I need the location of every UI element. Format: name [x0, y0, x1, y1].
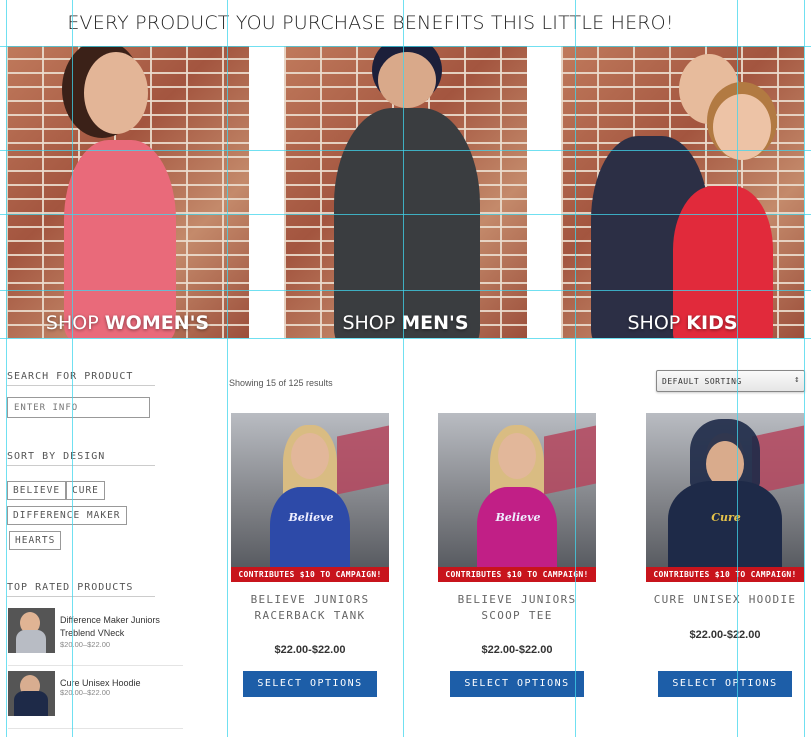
search-heading: SEARCH FOR PRODUCT [7, 371, 155, 386]
campaign-ribbon: CONTRIBUTES $10 TO CAMPAIGN! [231, 567, 389, 582]
top-rated-price: $20.00–$22.00 [60, 688, 111, 697]
top-rated-item[interactable]: Cure Unisex Hoodie $20.00–$22.00 [8, 671, 183, 729]
shirt-print: Cure [711, 511, 741, 524]
select-options-button[interactable]: SELECT OPTIONS [658, 671, 792, 697]
top-rated-name: Difference Maker Juniors Treblend VNeck [60, 615, 160, 638]
category-name: MEN'S [401, 312, 469, 334]
shop-womens-label: SHOP WOMEN'S [6, 312, 249, 334]
campaign-ribbon: CONTRIBUTES $10 TO CAMPAIGN! [438, 567, 596, 582]
top-rated-item[interactable]: Difference Maker Juniors Treblend VNeck … [8, 608, 183, 666]
shop-prefix: SHOP [342, 312, 396, 334]
product-name-line1: BELIEVE JUNIORS [457, 593, 577, 606]
product-name-line2: SCOOP TEE [481, 609, 553, 622]
product-image[interactable]: Believe CONTRIBUTES $10 TO CAMPAIGN! [231, 413, 389, 582]
top-rated-heading: TOP RATED PRODUCTS [7, 582, 155, 597]
product-price: $22.00-$22.00 [689, 629, 761, 641]
product-name-line1: CURE UNISEX HOODIE [653, 593, 797, 606]
tag-hearts[interactable]: HEARTS [9, 531, 62, 550]
product-card[interactable]: Believe CONTRIBUTES $10 TO CAMPAIGN! BEL… [438, 413, 596, 697]
results-count: Showing 15 of 125 results [229, 378, 333, 388]
sort-by-design-heading: SORT BY DESIGN [7, 451, 155, 466]
product-thumbnail [8, 608, 55, 653]
product-price: $22.00-$22.00 [274, 644, 346, 656]
womens-model-head [84, 52, 148, 134]
shop-kids-label: SHOP KIDS [561, 312, 804, 334]
product-price: $22.00-$22.00 [481, 644, 553, 656]
shop-kids-banner[interactable]: SHOP KIDS [561, 46, 804, 338]
tag-difference-maker[interactable]: DIFFERENCE MAKER [7, 506, 127, 525]
sort-selected-value: DEFAULT SORTING [662, 377, 742, 386]
product-name-line2: RACERBACK TANK [254, 609, 366, 622]
search-input[interactable] [7, 397, 150, 418]
select-options-button[interactable]: SELECT OPTIONS [243, 671, 377, 697]
product-card[interactable]: Cure CONTRIBUTES $10 TO CAMPAIGN! CURE U… [646, 413, 804, 697]
campaign-ribbon: CONTRIBUTES $10 TO CAMPAIGN! [646, 567, 804, 582]
category-name: WOMEN'S [104, 312, 210, 334]
product-thumbnail [8, 671, 55, 716]
select-options-button[interactable]: SELECT OPTIONS [450, 671, 584, 697]
sort-select[interactable]: DEFAULT SORTING ↕ [656, 370, 805, 392]
product-name[interactable]: CURE UNISEX HOODIE [646, 592, 804, 608]
mens-model-shirt [334, 108, 480, 338]
tag-believe[interactable]: BELIEVE [7, 481, 67, 500]
shirt-print: Believe [495, 511, 541, 524]
shirt-print: Believe [288, 511, 334, 524]
shop-womens-banner[interactable]: SHOP WOMEN'S [6, 46, 249, 338]
product-card[interactable]: Believe CONTRIBUTES $10 TO CAMPAIGN! BEL… [231, 413, 389, 697]
category-name: KIDS [686, 312, 738, 334]
product-name-line1: BELIEVE JUNIORS [250, 593, 370, 606]
mens-model-head [378, 52, 436, 108]
shop-mens-banner[interactable]: SHOP MEN'S [284, 46, 527, 338]
shop-mens-label: SHOP MEN'S [284, 312, 527, 334]
product-name[interactable]: BELIEVE JUNIORS SCOOP TEE [438, 592, 596, 624]
product-name[interactable]: BELIEVE JUNIORS RACERBACK TANK [231, 592, 389, 624]
shop-prefix: SHOP [627, 312, 681, 334]
top-rated-price: $20.00–$22.00 [60, 640, 111, 649]
select-arrows-icon: ↕ [794, 375, 800, 385]
womens-model-shirt [64, 140, 176, 338]
product-image[interactable]: Cure CONTRIBUTES $10 TO CAMPAIGN! [646, 413, 804, 582]
product-image[interactable]: Believe CONTRIBUTES $10 TO CAMPAIGN! [438, 413, 596, 582]
hero-title: EVERY PRODUCT YOU PURCHASE BENEFITS THIS… [67, 12, 674, 34]
